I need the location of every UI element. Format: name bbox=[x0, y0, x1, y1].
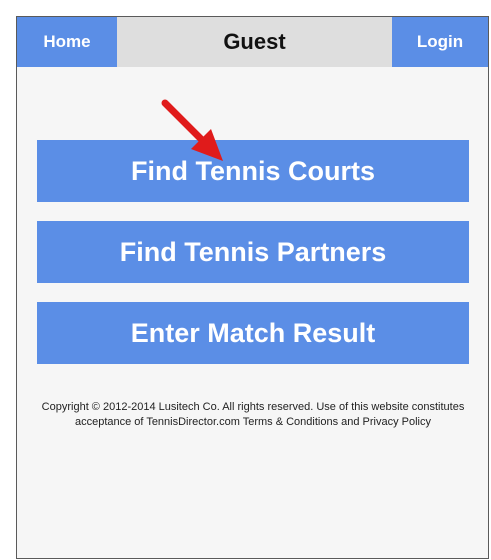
page-title: Guest bbox=[223, 29, 286, 54]
app-screen: Home Guest Login Find Tennis Courts Find… bbox=[16, 16, 489, 559]
find-tennis-courts-button[interactable]: Find Tennis Courts bbox=[37, 140, 469, 202]
login-button[interactable]: Login bbox=[392, 17, 488, 67]
find-tennis-partners-button[interactable]: Find Tennis Partners bbox=[37, 221, 469, 283]
top-bar: Home Guest Login bbox=[17, 17, 488, 67]
home-button[interactable]: Home bbox=[17, 17, 117, 67]
enter-match-result-button[interactable]: Enter Match Result bbox=[37, 302, 469, 364]
copyright-footer: Copyright © 2012-2014 Lusitech Co. All r… bbox=[41, 401, 465, 428]
